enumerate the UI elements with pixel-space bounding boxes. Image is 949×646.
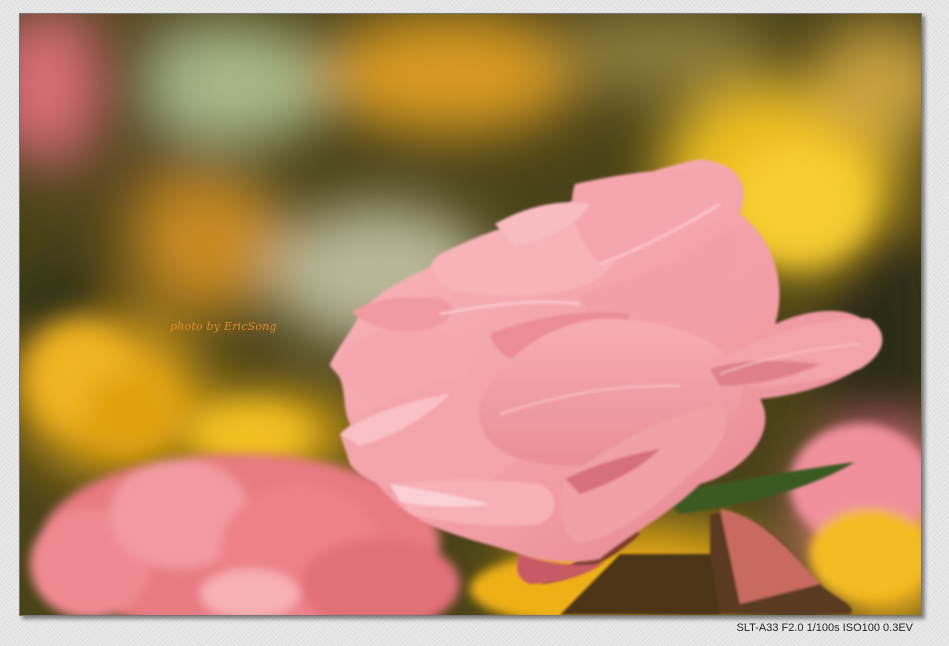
photo-frame: photo by EricSong [19,13,922,616]
page: photo by EricSong SLT-A33 F2.0 1/100s IS… [0,0,949,646]
exif-caption: SLT-A33 F2.0 1/100s ISO100 0.3EV [736,622,913,634]
rose-photo [20,14,921,615]
photo-watermark: photo by EricSong [170,320,277,333]
